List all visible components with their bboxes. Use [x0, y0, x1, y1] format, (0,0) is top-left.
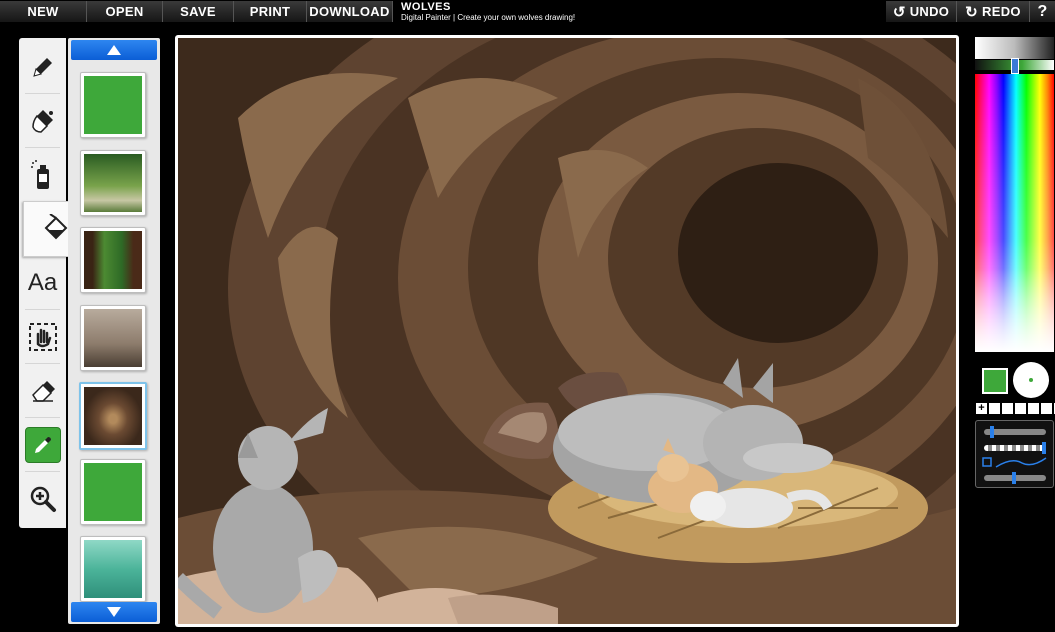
- opacity-slider[interactable]: [984, 442, 1046, 454]
- tool-pencil[interactable]: [19, 40, 66, 94]
- scroll-up-button[interactable]: [71, 40, 157, 60]
- brush-size-slider[interactable]: [984, 426, 1046, 438]
- background-panel: [68, 38, 160, 624]
- brush-size-knob[interactable]: [990, 426, 994, 438]
- background-thumb-forest-rocks[interactable]: [80, 150, 146, 216]
- canvas-frame: [175, 35, 959, 627]
- palette-slot[interactable]: [989, 403, 1000, 414]
- print-label: PRINT: [249, 4, 291, 19]
- grayscale-picker[interactable]: [975, 37, 1054, 59]
- background-thumb-bare-trees[interactable]: [80, 305, 146, 371]
- tool-panel: Aa: [19, 38, 86, 528]
- brush-dot: [1029, 378, 1033, 382]
- redo-button[interactable]: ↻ REDO: [957, 1, 1030, 22]
- palette-slot[interactable]: [1028, 403, 1039, 414]
- tool-eyedropper[interactable]: [19, 418, 66, 472]
- move-hand-icon: [28, 323, 57, 351]
- redo-icon: ↻: [965, 4, 979, 21]
- brush-settings: [975, 420, 1054, 488]
- drawing-canvas[interactable]: [178, 38, 956, 624]
- opacity-knob[interactable]: [1042, 442, 1046, 454]
- download-button[interactable]: DOWNLOAD: [307, 1, 393, 22]
- tool-spray[interactable]: [19, 148, 66, 202]
- zoom-in-icon: [30, 486, 56, 512]
- tool-move[interactable]: [19, 310, 66, 364]
- app-subtitle: Digital Painter | Create your own wolves…: [401, 13, 576, 22]
- palette-slot[interactable]: [1015, 403, 1026, 414]
- color-spectrum-shade: [975, 74, 1054, 352]
- tool-zoom[interactable]: [19, 472, 66, 526]
- eraser-icon: [31, 381, 55, 402]
- background-thumb-forest-path[interactable]: [80, 227, 146, 293]
- arrow-up-icon: [107, 45, 121, 55]
- new-button[interactable]: NEW: [0, 1, 87, 22]
- open-button[interactable]: OPEN: [87, 1, 163, 22]
- smoothing-knob[interactable]: [1012, 472, 1016, 484]
- help-button[interactable]: ?: [1030, 1, 1055, 22]
- palette-slot[interactable]: [1041, 403, 1052, 414]
- palette-slot[interactable]: [1002, 403, 1013, 414]
- tool-text[interactable]: Aa: [19, 256, 66, 310]
- eyedropper-icon: [24, 427, 61, 463]
- arrow-down-icon: [107, 607, 121, 617]
- new-label: NEW: [27, 4, 59, 19]
- brush-icon: [31, 110, 53, 133]
- background-thumb-solid-green-2[interactable]: [80, 459, 146, 525]
- pencil-icon: [32, 58, 52, 77]
- menu-bar: NEW OPEN SAVE PRINT DOWNLOAD WOLVES Digi…: [0, 0, 1055, 23]
- undo-label: UNDO: [909, 4, 950, 19]
- help-label: ?: [1037, 3, 1048, 20]
- background-thumb-solid-green[interactable]: [80, 72, 146, 138]
- undo-icon: ↺: [892, 4, 906, 21]
- brightness-slider-knob[interactable]: [1011, 58, 1019, 74]
- redo-label: REDO: [982, 4, 1021, 19]
- background-thumb-teal-landscape[interactable]: [80, 536, 146, 602]
- spray-can-icon: [30, 160, 49, 189]
- add-color-button[interactable]: +: [976, 403, 987, 414]
- smoothing-slider[interactable]: [984, 472, 1046, 484]
- text-icon: Aa: [27, 269, 58, 296]
- save-label: SAVE: [180, 4, 216, 19]
- cave-scene-image: [178, 38, 956, 624]
- paint-bucket-icon: [44, 214, 68, 240]
- saved-colors-palette: +: [976, 403, 1055, 414]
- open-label: OPEN: [105, 4, 144, 19]
- save-button[interactable]: SAVE: [163, 1, 234, 22]
- current-color-swatch[interactable]: [982, 368, 1008, 394]
- app-title: WOLVES: [401, 1, 451, 13]
- scroll-down-button[interactable]: [71, 602, 157, 622]
- download-label: DOWNLOAD: [309, 4, 390, 19]
- tool-eraser[interactable]: [19, 364, 66, 418]
- brush-curve-icon[interactable]: [982, 455, 1048, 469]
- tool-brush[interactable]: [19, 94, 66, 148]
- undo-button[interactable]: ↺ UNDO: [886, 1, 957, 22]
- background-thumb-wolf-cave[interactable]: [79, 382, 147, 450]
- print-button[interactable]: PRINT: [234, 1, 307, 22]
